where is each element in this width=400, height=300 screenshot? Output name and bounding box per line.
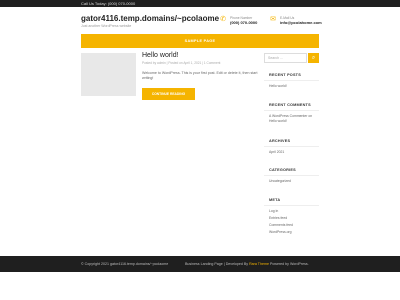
widget-title: RECENT POSTS bbox=[269, 73, 301, 77]
contact-phone-value[interactable]: (000) 070-0000 bbox=[230, 20, 257, 25]
mail-icon: ✉ bbox=[270, 16, 276, 23]
archive-link[interactable]: April 2021 bbox=[269, 150, 284, 154]
divider bbox=[264, 110, 319, 111]
comment-author-link[interactable]: A WordPress Commenter on bbox=[269, 114, 312, 118]
comment-post-link[interactable]: Hello world! bbox=[269, 119, 287, 123]
footer-author-link[interactable]: Rara Theme bbox=[249, 262, 269, 266]
meta-login-link[interactable]: Log in bbox=[269, 209, 278, 213]
meta-wordpress-org-link[interactable]: WordPress.org bbox=[269, 230, 292, 234]
meta-comments-feed-link[interactable]: Comments feed bbox=[269, 223, 293, 227]
footer-credits: Business Landing Page | Developed By Rar… bbox=[185, 256, 309, 272]
footer-credits-prefix: Business Landing Page | Developed By bbox=[185, 262, 249, 266]
footer-copyright: © Copyright 2021 gator4116.temp.domains/… bbox=[81, 262, 169, 266]
divider bbox=[264, 175, 319, 176]
site-tagline: Just another WordPress website bbox=[81, 24, 132, 28]
continue-reading-label: CONTINUE READING bbox=[151, 92, 186, 96]
top-bar: Call Us Today: (000) 070-0000 bbox=[0, 0, 400, 7]
site-footer: © Copyright 2021 gator4116.temp.domains/… bbox=[0, 256, 400, 272]
footer-credits-suffix: Powered by WordPress. bbox=[270, 262, 309, 266]
nav-item-sample-page[interactable]: SAMPLE PAGE bbox=[81, 34, 319, 48]
post-thumbnail[interactable] bbox=[81, 53, 136, 96]
widget-title: CATEGORIES bbox=[269, 168, 296, 172]
widget-title: RECENT COMMENTS bbox=[269, 103, 311, 107]
search-button[interactable]: ⌕ bbox=[308, 53, 319, 63]
divider bbox=[264, 146, 319, 147]
widget-title: META bbox=[269, 198, 281, 202]
call-us-text: Call Us Today: (000) 070-0000 bbox=[81, 1, 136, 6]
search-input[interactable]: Search ... bbox=[264, 53, 307, 63]
contact-email-value[interactable]: info@pcolahome.com bbox=[280, 20, 322, 25]
post-meta: Posted by admin | Posted on April 1, 202… bbox=[142, 61, 221, 65]
site-title[interactable]: gator4116.temp.domains/~pcolaome bbox=[81, 14, 219, 23]
main-navigation: SAMPLE PAGE bbox=[81, 34, 319, 48]
post-excerpt: Welcome to WordPress. This is your first… bbox=[142, 71, 258, 80]
meta-entries-feed-link[interactable]: Entries feed bbox=[269, 216, 287, 220]
recent-post-link[interactable]: Hello world! bbox=[269, 84, 287, 88]
phone-icon: ✆ bbox=[220, 16, 226, 23]
divider bbox=[264, 205, 319, 206]
widget-title: ARCHIVES bbox=[269, 139, 291, 143]
post-title[interactable]: Hello world! bbox=[142, 52, 179, 59]
divider bbox=[264, 80, 319, 81]
search-icon: ⌕ bbox=[311, 55, 316, 61]
continue-reading-button[interactable]: CONTINUE READING bbox=[142, 88, 195, 100]
category-link[interactable]: Uncategorized bbox=[269, 179, 291, 183]
